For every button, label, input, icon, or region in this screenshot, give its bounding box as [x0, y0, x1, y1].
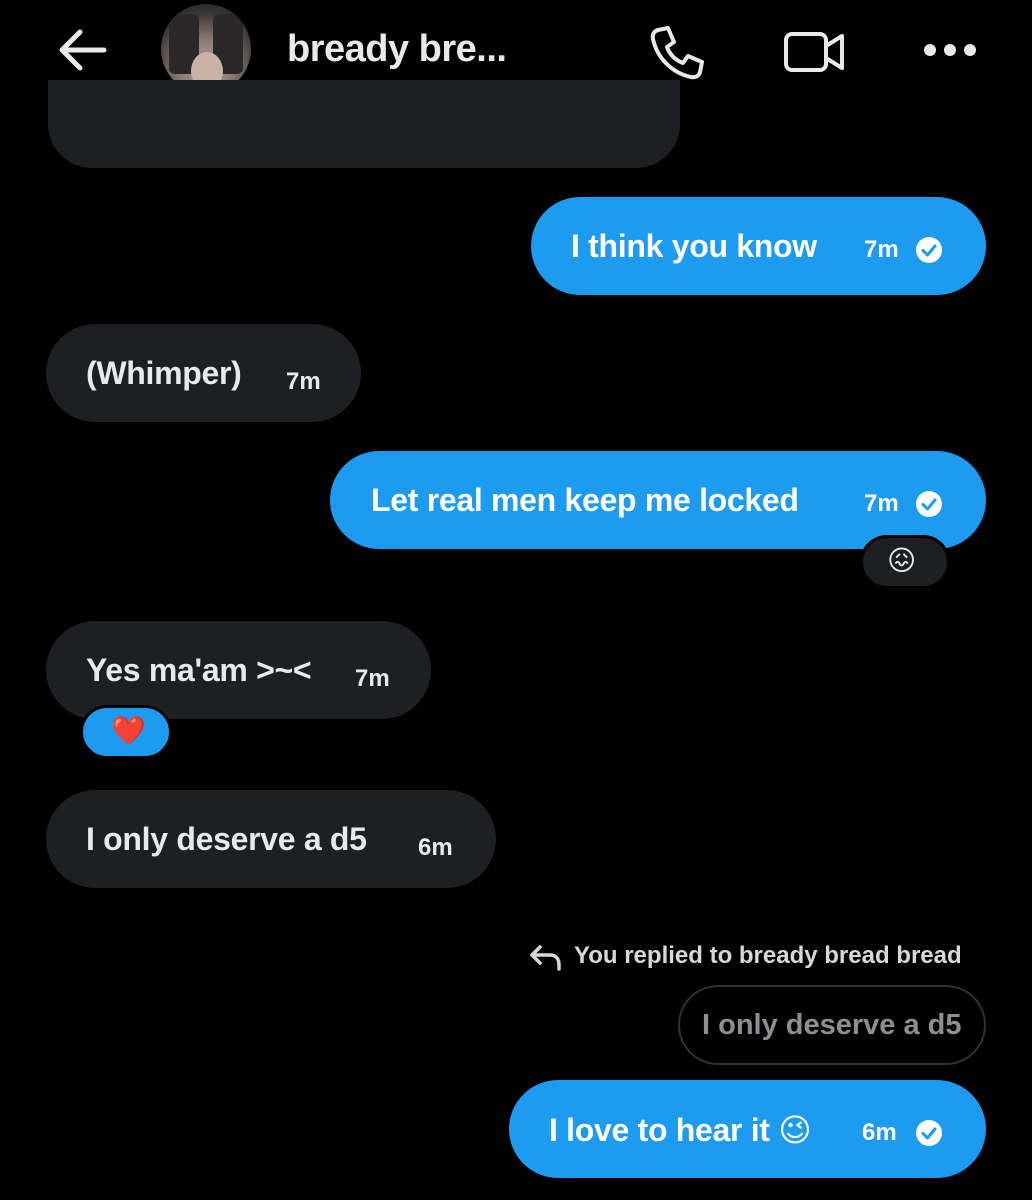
heart-icon: ❤️ [111, 715, 146, 746]
seen-check-icon [916, 1120, 942, 1146]
message-text: (Whimper) [86, 355, 242, 391]
back-button[interactable] [52, 24, 112, 76]
reply-arrow-icon [530, 945, 561, 971]
more-horizontal-icon [924, 44, 976, 56]
message-text: I only deserve a d5 [86, 821, 367, 857]
previous-message-bubble[interactable] [48, 80, 680, 168]
contact-name[interactable]: bready bre... [287, 28, 507, 71]
message-time: 7m [355, 665, 390, 692]
confounded-face-icon: 😖 [887, 545, 917, 576]
message-text: I think you know [571, 228, 817, 264]
message-reaction[interactable]: ❤️ [80, 705, 172, 759]
message-time: 7m [864, 490, 899, 517]
message-bubble-incoming[interactable]: I only deserve a d5 6m [46, 790, 496, 888]
message-text: I love to hear it 😉 [549, 1112, 812, 1148]
arrow-left-icon [59, 29, 107, 71]
message-time: 6m [862, 1119, 897, 1146]
more-options-button[interactable] [918, 20, 982, 84]
seen-check-icon [916, 237, 942, 263]
message-bubble-outgoing[interactable]: I love to hear it 😉 6m [509, 1080, 986, 1178]
message-bubble-outgoing[interactable]: I think you know 7m [531, 197, 986, 295]
call-button[interactable] [644, 20, 708, 84]
quoted-message[interactable]: I only deserve a d5 [678, 985, 986, 1065]
phone-icon [650, 26, 704, 80]
message-bubble-incoming[interactable]: (Whimper) 7m [46, 324, 361, 422]
reply-context: You replied to bready bread bread [528, 940, 988, 974]
reply-label-text: You replied to bready bread bread [574, 942, 962, 969]
video-call-button[interactable] [782, 20, 846, 84]
message-time: 7m [864, 236, 899, 263]
video-camera-icon [784, 32, 844, 72]
message-reaction[interactable]: 😖 [860, 535, 950, 589]
message-text: Let real men keep me locked [371, 482, 799, 518]
message-time: 6m [418, 834, 453, 861]
seen-check-icon [916, 491, 942, 517]
quoted-message-text: I only deserve a d5 [702, 1009, 962, 1041]
message-time: 7m [286, 368, 321, 395]
message-text: Yes ma'am >~< [86, 652, 312, 688]
